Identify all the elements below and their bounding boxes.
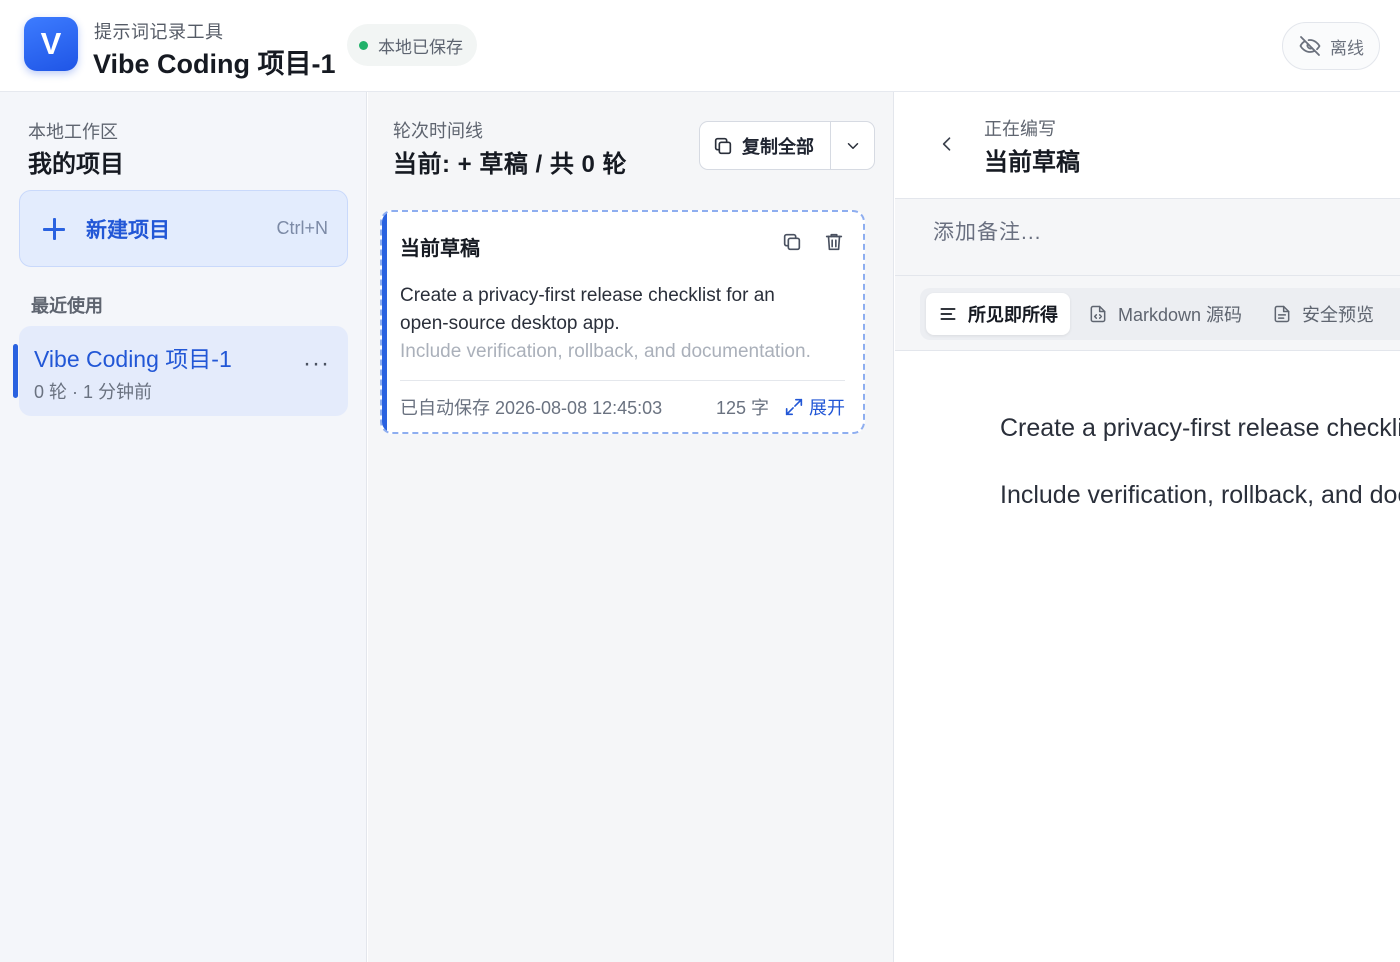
save-status-text: 本地已保存 [378,37,463,57]
mode-tabs: 所见即所得 Markdown 源码 安全预览 [920,288,1400,340]
draft-card[interactable]: 当前草稿 Create a privacy-first release chec… [380,210,865,434]
more-options-icon[interactable]: ··· [303,352,330,376]
note-input[interactable] [933,221,1383,245]
copy-options-dropdown[interactable] [831,122,874,169]
note-bar [895,199,1400,276]
new-project-label: 新建项目 [86,218,170,242]
workspace-title: 我的项目 [28,151,124,178]
expand-button[interactable]: 展开 [783,394,845,420]
divider [400,380,845,381]
copy-all-label: 复制全部 [742,136,814,157]
expand-label: 展开 [809,398,845,418]
project-title[interactable]: Vibe Coding 项目-1 [93,42,336,81]
draft-card-title: 当前草稿 [400,238,480,260]
document-icon [1272,304,1292,324]
offline-button[interactable]: 离线 [1282,22,1380,70]
align-left-icon [938,304,958,324]
timeline-status: 当前: + 草稿 / 共 0 轮 [393,151,628,178]
copy-icon[interactable] [781,231,803,253]
tab-markdown-source[interactable]: Markdown 源码 [1076,293,1254,335]
trash-icon[interactable] [823,231,845,253]
eye-off-icon [1298,34,1322,58]
tab-label: Markdown 源码 [1118,305,1243,325]
draft-line: open-source desktop app. [400,313,620,334]
draft-card-footer: 已自动保存 2026-08-08 12:45:03 125 字 展开 [400,394,845,420]
new-project-button[interactable]: 新建项目 Ctrl+N [19,190,348,267]
plus-icon [42,217,66,241]
editor-label: 正在编写 [984,119,1056,139]
draft-preview: Create a privacy-first release checklist… [400,282,855,366]
back-chevron-icon[interactable] [937,134,957,154]
app-name: 提示词记录工具 [94,22,224,42]
project-meta: 0 轮 · 1 分钟前 [34,382,153,402]
active-indicator [13,344,18,398]
char-count: 125 字 [715,398,769,418]
file-code-icon [1088,304,1108,324]
editor-panel: 正在编写 当前草稿 所见即所得 [895,92,1400,962]
tab-label: 安全预览 [1302,305,1375,325]
editor-content[interactable]: Create a privacy-first release checklist… [1000,414,1400,548]
card-actions [781,231,845,253]
timeline-label: 轮次时间线 [393,121,483,141]
offline-label: 离线 [1330,38,1364,58]
tab-wysiwyg[interactable]: 所见即所得 [926,293,1070,335]
card-accent-bar [382,212,387,432]
tab-label: 所见即所得 [968,305,1058,325]
autosave-status: 已自动保存 2026-08-08 12:45:03 [400,398,663,418]
chevron-down-icon [844,137,862,155]
status-dot-icon [359,40,368,50]
mode-bar: 所见即所得 Markdown 源码 安全预览 [895,276,1400,351]
copy-icon [712,135,734,157]
editor-paragraph: Create a privacy-first release checklist… [1000,414,1400,442]
editor-header: 正在编写 当前草稿 [895,92,1400,199]
app-logo: V [24,17,78,71]
draft-line: Create a privacy-first release checklist… [400,285,775,306]
project-name: Vibe Coding 项目-1 [34,346,232,372]
sidebar: 本地工作区 我的项目 新建项目 Ctrl+N 最近使用 Vibe Coding … [0,92,367,962]
draft-line-faded: Include verification, rollback, and docu… [400,341,811,362]
project-list-item[interactable]: Vibe Coding 项目-1 0 轮 · 1 分钟前 ··· [13,326,348,416]
expand-icon [783,396,805,418]
new-project-shortcut: Ctrl+N [276,218,328,238]
recent-section-label: 最近使用 [31,296,103,316]
workspace-label: 本地工作区 [28,122,118,142]
editor-title: 当前草稿 [984,149,1080,176]
timeline-panel: 轮次时间线 当前: + 草稿 / 共 0 轮 复制全部 当前草稿 Create … [368,92,894,962]
top-bar: V 提示词记录工具 Vibe Coding 项目-1 本地已保存 离线 [0,0,1400,92]
editor-paragraph: Include verification, rollback, and docu… [1000,481,1400,509]
save-status-badge: 本地已保存 [347,24,477,66]
copy-all-split-button: 复制全部 [699,121,875,170]
tab-safe-preview[interactable]: 安全预览 [1260,293,1386,335]
copy-all-button[interactable]: 复制全部 [700,122,830,169]
